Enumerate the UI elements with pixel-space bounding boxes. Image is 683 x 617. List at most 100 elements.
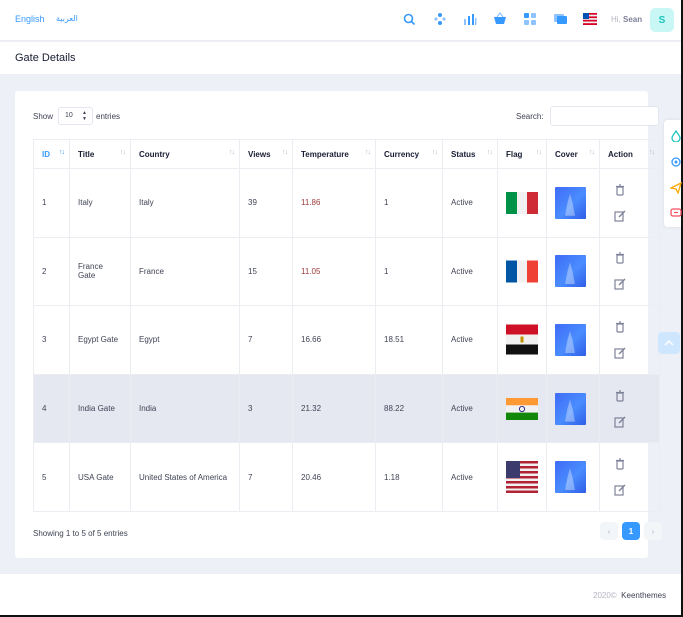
cell-cover: [546, 168, 600, 238]
cell-views: 3: [239, 373, 293, 444]
cell-title: India Gate: [69, 373, 131, 444]
cell-currency: 18.51: [375, 305, 443, 375]
trash-icon[interactable]: [614, 321, 626, 333]
cell-id: 3: [33, 305, 70, 375]
cell-country: France: [130, 236, 240, 307]
basket-icon[interactable]: [492, 11, 508, 27]
edit-icon[interactable]: [614, 484, 626, 496]
gear-icon[interactable]: [670, 155, 682, 167]
search-icon[interactable]: [401, 11, 417, 27]
cell-views: 7: [239, 442, 293, 512]
us-flag-icon[interactable]: [582, 11, 598, 27]
column-header-title[interactable]: Title ↑↓: [69, 139, 131, 169]
select-arrows-icon: ▲ ▼: [82, 110, 87, 122]
cell-id: 5: [33, 442, 70, 512]
entries-length-select[interactable]: 10 ▲ ▼: [58, 107, 93, 125]
prev-page-button[interactable]: ‹: [600, 522, 618, 540]
next-page-button[interactable]: ›: [644, 522, 662, 540]
column-header-id[interactable]: ID ↑↓: [33, 139, 70, 169]
table-info: Showing 1 to 5 of 5 entries: [33, 529, 128, 538]
column-header-currency[interactable]: Currency ↑↓: [375, 139, 443, 169]
table-row: 1 Italy Italy 39 11.86 1 Active: [33, 168, 660, 238]
cell-temperature: 11.86: [292, 168, 376, 238]
drop-icon[interactable]: [670, 129, 682, 143]
search-label: Search:: [516, 112, 544, 121]
gates-table: ID ↑↓ Title ↑↓ Country ↑↓ Views ↑↓ Temperatu…: [33, 139, 660, 512]
column-header-views[interactable]: Views ↑↓: [239, 139, 293, 169]
page-button-1[interactable]: 1: [622, 522, 640, 540]
cover-image[interactable]: [555, 323, 586, 356]
cell-id: 2: [33, 236, 70, 307]
cell-status: Active: [442, 236, 498, 307]
chevron-up-icon: [664, 339, 674, 346]
trash-icon[interactable]: [614, 458, 626, 470]
cell-cover: [546, 373, 600, 444]
column-header-action[interactable]: Action ↑↓: [599, 139, 660, 169]
edit-icon[interactable]: [614, 278, 626, 290]
page-title: Gate Details: [15, 52, 76, 64]
edit-icon[interactable]: [614, 210, 626, 222]
user-greeting: Hi, Sean: [611, 15, 642, 24]
cell-cover: [546, 305, 600, 375]
cell-views: 39: [239, 168, 293, 238]
cell-currency: 1: [375, 168, 443, 238]
top-header: English العربية Hi, Sean S: [0, 0, 681, 41]
egypt-flag-icon: [506, 324, 538, 355]
cell-country: Egypt: [130, 305, 240, 375]
search-input[interactable]: [550, 106, 659, 126]
column-header-country[interactable]: Country ↑↓: [130, 139, 240, 169]
trash-icon[interactable]: [614, 252, 626, 264]
chat-icon[interactable]: [552, 11, 568, 27]
table-row: 5 USA Gate United States of America 7 20…: [33, 442, 660, 512]
cell-action: [599, 305, 660, 375]
chat-bubble-icon[interactable]: [670, 206, 682, 218]
sticky-toolbar: [664, 120, 683, 227]
column-header-status[interactable]: Status ↑↓: [442, 139, 498, 169]
india-flag-icon: [506, 397, 538, 420]
cover-image[interactable]: [555, 186, 586, 219]
cover-image[interactable]: [555, 392, 586, 425]
trash-icon[interactable]: [614, 389, 626, 402]
user-avatar[interactable]: S: [650, 8, 674, 32]
chart-icon[interactable]: [462, 11, 478, 27]
sort-icon: ↑↓: [487, 149, 493, 156]
sort-icon: ↑↓: [432, 149, 438, 156]
language-english-link[interactable]: English: [15, 14, 45, 24]
column-header-cover[interactable]: Cover ↑↓: [546, 139, 600, 169]
cell-currency: 1.18: [375, 442, 443, 512]
cell-action: [599, 236, 660, 307]
cover-image[interactable]: [555, 255, 586, 288]
table-header-row: ID ↑↓ Title ↑↓ Country ↑↓ Views ↑↓ Temperatu…: [33, 139, 660, 169]
copyright: 2020© Keenthemes: [593, 591, 666, 600]
sort-icon: ↑↓: [229, 149, 235, 156]
entries-label: entries: [96, 112, 121, 121]
sort-icon: ↑↓: [589, 149, 595, 156]
trash-icon[interactable]: [614, 184, 626, 196]
sort-icon: ↑↓: [282, 149, 288, 156]
cell-status: Active: [442, 442, 498, 512]
cover-image[interactable]: [555, 461, 586, 494]
apps-icon[interactable]: [522, 11, 538, 27]
language-arabic-link[interactable]: العربية: [56, 14, 78, 23]
edit-icon[interactable]: [614, 347, 626, 359]
footer-brand-link[interactable]: Keenthemes: [621, 591, 666, 600]
cell-title: Egypt Gate: [69, 305, 131, 375]
send-icon[interactable]: [669, 181, 683, 195]
italy-flag-icon: [506, 191, 538, 214]
edit-icon[interactable]: [614, 416, 626, 428]
show-label: Show: [33, 112, 54, 121]
sort-icon: ↑↓: [365, 149, 371, 156]
layers-icon[interactable]: [432, 11, 448, 27]
cell-cover: [546, 442, 600, 512]
sort-icon: ↑↓: [120, 149, 126, 156]
column-header-flag[interactable]: Flag ↑↓: [497, 139, 547, 169]
cell-country: India: [130, 373, 240, 444]
cell-title: USA Gate: [69, 442, 131, 512]
cell-status: Active: [442, 168, 498, 238]
cell-status: Active: [442, 305, 498, 375]
cell-action: [599, 442, 660, 512]
subheader: Gate Details: [0, 42, 681, 74]
sort-icon: ↑↓: [536, 149, 542, 156]
column-header-temperature[interactable]: Temperature ↑↓: [292, 139, 376, 169]
scroll-top-button[interactable]: [658, 332, 680, 354]
